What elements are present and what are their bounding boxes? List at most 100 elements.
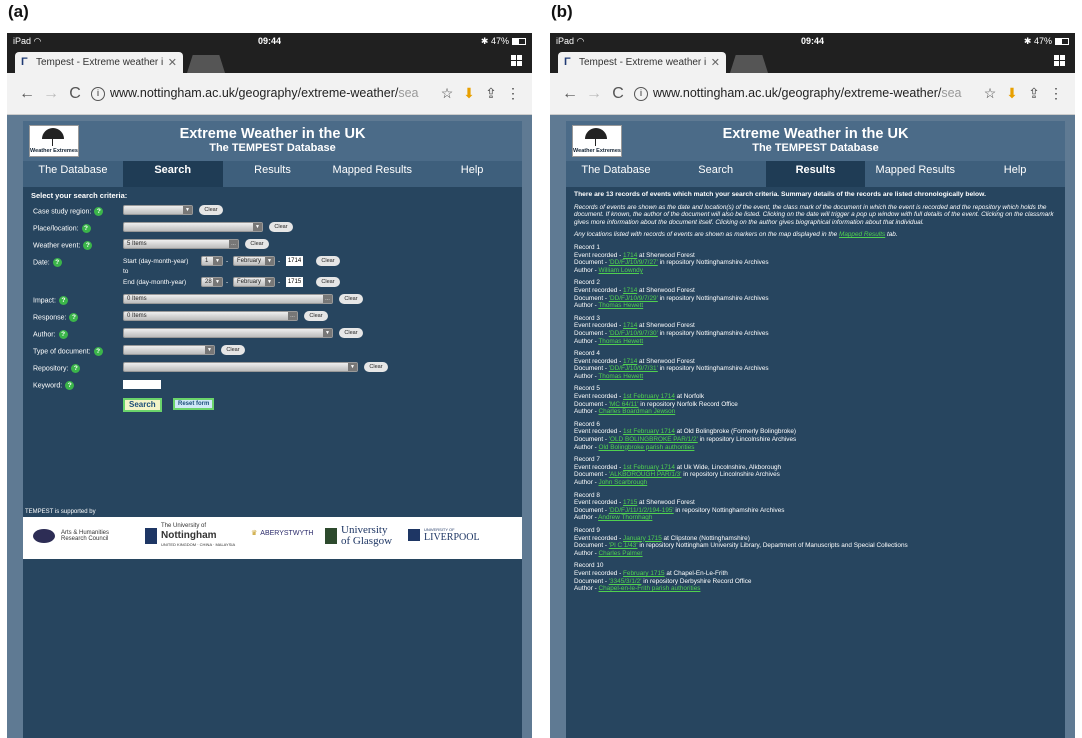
doctype-select[interactable]: ▼ (123, 345, 215, 355)
nav-mapped-results[interactable]: Mapped Results (322, 161, 422, 187)
author-link[interactable]: William Lowndy (599, 267, 643, 274)
help-icon[interactable]: ? (65, 381, 75, 390)
nav-database[interactable]: The Database (23, 161, 123, 187)
nav-mapped-results[interactable]: Mapped Results (865, 161, 965, 187)
event-date-link[interactable]: 1714 (623, 322, 637, 329)
back-icon[interactable]: ← (558, 85, 582, 103)
author-link[interactable]: Thomas Hewett (598, 302, 643, 309)
case-study-select[interactable]: ▼ (123, 205, 193, 215)
share-icon[interactable]: ⇪ (480, 85, 502, 102)
document-link[interactable]: 'DD/FJ/10/9/7/30' (609, 330, 658, 337)
help-icon[interactable]: ? (93, 347, 103, 356)
end-month-select[interactable]: February ▼ (233, 277, 275, 287)
forward-icon[interactable]: → (39, 85, 63, 103)
clear-button[interactable]: Clear (199, 205, 223, 215)
bookmark-star-icon[interactable]: ☆ (436, 85, 458, 102)
clear-button[interactable]: Clear (269, 222, 293, 232)
author-link[interactable]: Andrew Thornhagh (598, 514, 652, 521)
help-icon[interactable]: ? (83, 241, 93, 250)
document-link[interactable]: 'DD/FJ/10/9/7/29' (609, 295, 658, 302)
author-link[interactable]: Charles Boardman Jewson (599, 408, 676, 415)
document-link[interactable]: 'DD/FJ/10/9/7/27' (609, 259, 658, 266)
aberystwyth-logo[interactable]: ♛ ABERYSTWYTH (251, 529, 313, 538)
author-select[interactable]: ▼ (123, 328, 333, 338)
url-field[interactable]: i www.nottingham.ac.uk/geography/extreme-… (91, 86, 432, 101)
clear-button[interactable]: Clear (364, 362, 388, 372)
author-link[interactable]: Thomas Hewett (598, 373, 643, 380)
tab-switcher-icon[interactable] (511, 55, 522, 66)
info-icon[interactable]: i (91, 86, 105, 101)
menu-icon[interactable]: ⋮ (1045, 85, 1067, 102)
site-logo[interactable]: Weather Extremes (572, 125, 622, 157)
microphone-icon[interactable]: ⬇ (458, 85, 480, 102)
clear-button[interactable]: Clear (316, 277, 340, 287)
new-tab-button[interactable] (730, 55, 768, 73)
new-tab-button[interactable] (187, 55, 225, 73)
help-icon[interactable]: ? (94, 207, 104, 216)
nav-database[interactable]: The Database (566, 161, 666, 187)
event-date-link[interactable]: 1st February 1714 (623, 464, 675, 471)
clear-button[interactable]: Clear (339, 294, 363, 304)
nav-help[interactable]: Help (965, 161, 1065, 187)
reset-form-button[interactable]: Reset form (173, 398, 215, 410)
end-year-input[interactable]: 1715 (286, 277, 303, 287)
document-link[interactable]: 'DD/FJ/11/1/2/194-195' (609, 507, 674, 514)
keyword-input[interactable] (123, 380, 161, 389)
close-tab-icon[interactable]: ✕ (711, 56, 720, 69)
site-logo[interactable]: Weather Extremes (29, 125, 79, 157)
ahrc-logo[interactable]: Arts & Humanities Research Council (33, 529, 121, 543)
mapped-results-link[interactable]: Mapped Results (839, 231, 885, 238)
bookmark-star-icon[interactable]: ☆ (979, 85, 1001, 102)
place-select[interactable]: ▼ (123, 222, 263, 232)
info-icon[interactable]: i (634, 86, 648, 101)
help-icon[interactable]: ? (58, 296, 68, 305)
event-date-link[interactable]: February 1715 (623, 570, 665, 577)
response-select[interactable]: 0 Items… (123, 311, 298, 321)
end-day-select[interactable]: 28 ▼ (201, 277, 223, 287)
event-date-link[interactable]: 1st February 1714 (623, 428, 675, 435)
tab-switcher-icon[interactable] (1054, 55, 1065, 66)
menu-icon[interactable]: ⋮ (502, 85, 524, 102)
clear-button[interactable]: Clear (316, 256, 340, 266)
event-date-link[interactable]: 1st February 1714 (623, 393, 675, 400)
repository-select[interactable]: ▼ (123, 362, 358, 372)
document-link[interactable]: 'OLD BOLINGBROKE PAR/1/2' (609, 436, 698, 443)
clear-button[interactable]: Clear (221, 345, 245, 355)
event-date-link[interactable]: January 1715 (623, 535, 662, 542)
impact-select[interactable]: 0 Items… (123, 294, 333, 304)
nav-search[interactable]: Search (122, 161, 223, 187)
close-tab-icon[interactable]: ✕ (168, 56, 177, 69)
nottingham-logo[interactable]: The University of Nottingham UNITED KINGDO… (145, 523, 235, 548)
help-icon[interactable]: ? (81, 224, 91, 233)
nav-help[interactable]: Help (422, 161, 522, 187)
event-date-link[interactable]: 1714 (623, 252, 637, 259)
author-link[interactable]: Chapel-en-le-Frith parish authorities (599, 585, 701, 592)
nav-search[interactable]: Search (666, 161, 766, 187)
share-icon[interactable]: ⇪ (1023, 85, 1045, 102)
help-icon[interactable]: ? (71, 364, 81, 373)
event-date-link[interactable]: 1714 (623, 358, 637, 365)
nav-results[interactable]: Results (765, 161, 866, 187)
author-link[interactable]: Thomas Hewett (598, 338, 643, 345)
author-link[interactable]: Charles Palmer (599, 550, 643, 557)
liverpool-logo[interactable]: UNIVERSITY OF LIVERPOOL (408, 526, 480, 543)
document-link[interactable]: 'DD/FJ/10/9/7/31' (609, 365, 658, 372)
browser-tab[interactable]: Γ Tempest - Extreme weather i ✕ (558, 52, 726, 73)
url-field[interactable]: i www.nottingham.ac.uk/geography/extreme-… (634, 86, 975, 101)
search-button[interactable]: Search (123, 398, 162, 412)
start-day-select[interactable]: 1 ▼ (201, 256, 223, 266)
start-year-input[interactable]: 1714 (286, 256, 303, 266)
event-date-link[interactable]: 1715 (623, 499, 637, 506)
clear-button[interactable]: Clear (339, 328, 363, 338)
forward-icon[interactable]: → (582, 85, 606, 103)
reload-icon[interactable]: C (606, 85, 630, 103)
browser-tab[interactable]: Γ Tempest - Extreme weather i ✕ (15, 52, 183, 73)
weather-select[interactable]: 5 Items… (123, 239, 239, 249)
event-date-link[interactable]: 1714 (623, 287, 637, 294)
back-icon[interactable]: ← (15, 85, 39, 103)
reload-icon[interactable]: C (63, 85, 87, 103)
glasgow-logo[interactable]: University of Glasgow (325, 525, 392, 547)
document-link[interactable]: 'ALKBOROUGH PAR/1/3' (609, 471, 682, 478)
document-link[interactable]: '3345/3/1/2' (609, 578, 642, 585)
document-link[interactable]: 'Pl C 1/43' (609, 542, 638, 549)
